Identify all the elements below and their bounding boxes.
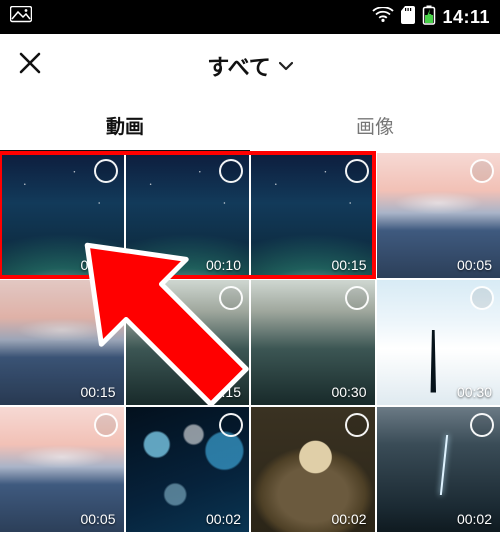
video-thumb[interactable]: 00:15 bbox=[0, 280, 124, 405]
video-thumb[interactable]: 00:05 bbox=[0, 407, 124, 532]
video-duration: 00:05 bbox=[457, 257, 492, 273]
select-circle-icon[interactable] bbox=[470, 159, 494, 183]
video-thumb[interactable]: 00:30 bbox=[377, 280, 500, 405]
select-circle-icon[interactable] bbox=[219, 159, 243, 183]
select-circle-icon[interactable] bbox=[345, 159, 369, 183]
video-thumb[interactable]: 00:05 bbox=[377, 153, 500, 278]
video-thumb[interactable]: 00:02 bbox=[377, 407, 500, 532]
video-duration: 00:05 bbox=[80, 257, 115, 273]
select-circle-icon[interactable] bbox=[94, 286, 118, 310]
video-duration: 00:30 bbox=[457, 384, 492, 400]
video-duration: 00:02 bbox=[457, 511, 492, 527]
video-thumb[interactable]: 00:05 bbox=[0, 153, 124, 278]
video-duration: 00:15 bbox=[206, 384, 241, 400]
chevron-down-icon bbox=[279, 58, 293, 74]
tab-image-label: 画像 bbox=[356, 112, 394, 139]
select-circle-icon[interactable] bbox=[470, 286, 494, 310]
album-selector[interactable]: すべて bbox=[207, 50, 293, 82]
tab-video-label: 動画 bbox=[106, 112, 144, 139]
video-thumb[interactable]: 00:02 bbox=[126, 407, 250, 532]
select-circle-icon[interactable] bbox=[94, 159, 118, 183]
video-duration: 00:15 bbox=[331, 257, 366, 273]
select-circle-icon[interactable] bbox=[345, 286, 369, 310]
video-duration: 00:05 bbox=[80, 511, 115, 527]
album-title: すべて bbox=[207, 50, 271, 82]
media-tabs: 動画 画像 bbox=[0, 98, 500, 153]
album-header: すべて bbox=[0, 34, 500, 98]
video-duration: 00:30 bbox=[331, 384, 366, 400]
select-circle-icon[interactable] bbox=[470, 413, 494, 437]
select-circle-icon[interactable] bbox=[219, 286, 243, 310]
status-time: 14:11 bbox=[442, 7, 490, 28]
status-bar: 14:11 bbox=[0, 0, 500, 34]
select-circle-icon[interactable] bbox=[94, 413, 118, 437]
video-thumb[interactable]: 00:15 bbox=[251, 153, 375, 278]
gallery-icon bbox=[10, 6, 32, 29]
tab-image[interactable]: 画像 bbox=[250, 98, 500, 153]
video-thumb[interactable]: 00:30 bbox=[251, 280, 375, 405]
video-thumb[interactable]: 00:02 bbox=[251, 407, 375, 532]
select-circle-icon[interactable] bbox=[219, 413, 243, 437]
video-duration: 00:02 bbox=[206, 511, 241, 527]
tab-video[interactable]: 動画 bbox=[0, 98, 250, 153]
close-button[interactable] bbox=[18, 51, 42, 81]
video-duration: 00:10 bbox=[206, 257, 241, 273]
battery-charging-icon bbox=[422, 5, 436, 30]
video-thumb[interactable]: 00:15 bbox=[126, 280, 250, 405]
wifi-icon bbox=[372, 7, 394, 28]
select-circle-icon[interactable] bbox=[345, 413, 369, 437]
video-duration: 00:15 bbox=[80, 384, 115, 400]
media-grid: 00:05 00:10 00:15 00:05 00:15 00:15 bbox=[0, 153, 500, 546]
video-thumb[interactable]: 00:10 bbox=[126, 153, 250, 278]
sd-card-icon bbox=[400, 6, 416, 29]
video-duration: 00:02 bbox=[331, 511, 366, 527]
